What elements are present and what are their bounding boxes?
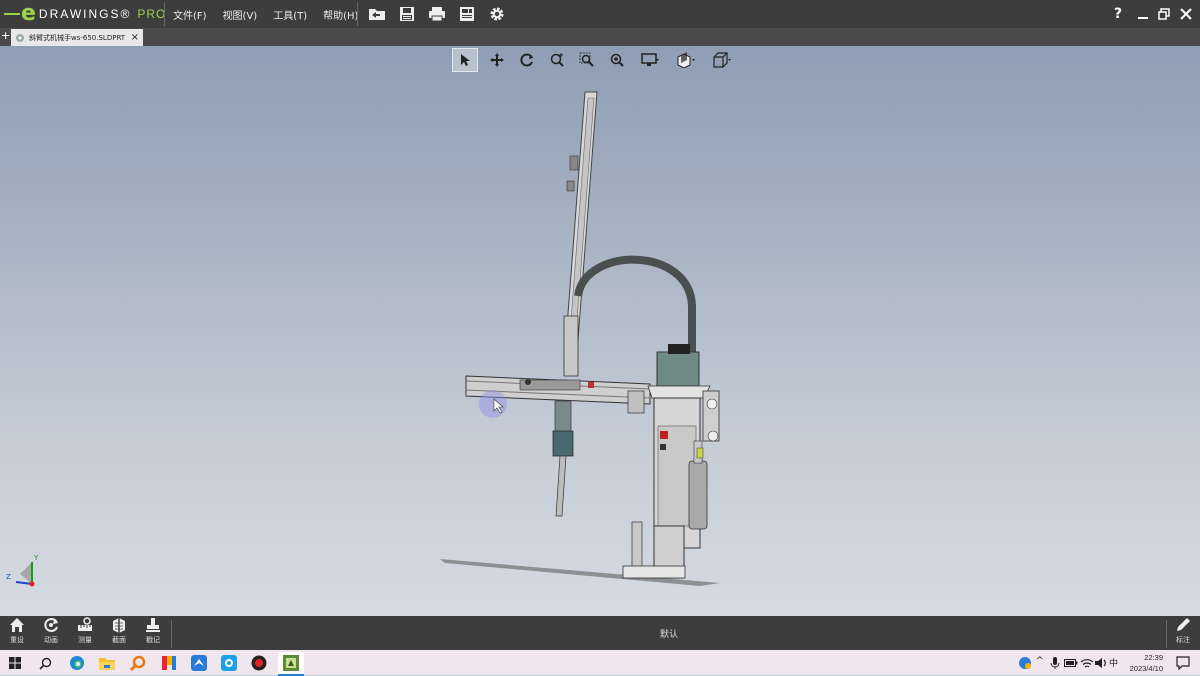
- heads-up-toolbar: [452, 48, 740, 72]
- search-icon[interactable]: [34, 652, 56, 674]
- system-clock[interactable]: 22:39 2023/4/10: [1130, 652, 1163, 674]
- document-tab-bar: + 斜臂式机械手ws-650.SLDPRT ×: [0, 28, 1200, 46]
- title-bar: e DRAWINGS® PRO 文件(F) 视图(V) 工具(T) 帮助(H) …: [0, 0, 1200, 28]
- home-icon: [10, 618, 24, 632]
- markup-label: 标注: [1176, 636, 1190, 644]
- record-app-icon[interactable]: [248, 652, 270, 674]
- print-icon[interactable]: [422, 0, 452, 28]
- edrawings-logo: e DRAWINGS® PRO: [4, 3, 166, 25]
- animate-icon: [44, 618, 58, 632]
- pencil-icon: [1177, 618, 1190, 631]
- open-folder-icon[interactable]: [362, 0, 392, 28]
- display-style-icon[interactable]: [632, 48, 668, 72]
- restore-icon[interactable]: [1153, 0, 1175, 28]
- menu-bar: 文件(F) 视图(V) 工具(T) 帮助(H): [165, 0, 366, 28]
- measure-label: 测量: [78, 636, 92, 644]
- reset-button[interactable]: 重设: [0, 616, 34, 650]
- menu-view[interactable]: 视图(V): [215, 7, 266, 22]
- help-icon[interactable]: ?: [1108, 6, 1128, 22]
- robot-arm-model: [440, 91, 720, 586]
- animate-button[interactable]: 动画: [34, 616, 68, 650]
- feishu-app-icon[interactable]: [188, 652, 210, 674]
- close-tab-icon[interactable]: ×: [131, 32, 139, 43]
- new-tab-button[interactable]: +: [1, 29, 10, 42]
- search-app-icon[interactable]: [127, 652, 149, 674]
- measure-icon: [78, 617, 92, 631]
- menu-help[interactable]: 帮助(H): [315, 7, 366, 22]
- colorful-app-icon[interactable]: [158, 652, 180, 674]
- markup-button[interactable]: 标注: [1166, 616, 1200, 650]
- view-orientation-icon[interactable]: [704, 48, 740, 72]
- triad-y-label: Y: [34, 554, 39, 562]
- ime-indicator[interactable]: 中: [1109, 656, 1118, 669]
- network-status-icon[interactable]: [1014, 652, 1036, 674]
- edrawings-taskbar-icon[interactable]: [278, 652, 304, 676]
- rotate-icon[interactable]: [512, 48, 542, 72]
- section-view-button[interactable]: 截面: [102, 616, 136, 650]
- windows-start-icon[interactable]: [4, 652, 26, 674]
- reset-label: 重设: [10, 636, 24, 644]
- edge-browser-icon[interactable]: [66, 652, 88, 674]
- minimize-icon[interactable]: [1133, 0, 1153, 28]
- 3d-viewport[interactable]: Y Z: [0, 46, 1200, 616]
- bottom-command-bar: 重设 动画 测量 截面 戳记 默认 标注: [0, 616, 1200, 650]
- notification-icon[interactable]: [1172, 652, 1194, 674]
- messaging-app-icon[interactable]: [218, 652, 240, 674]
- stamp-label: 戳记: [146, 636, 160, 644]
- section-view-icon: [113, 618, 125, 633]
- document-tab[interactable]: 斜臂式机械手ws-650.SLDPRT ×: [11, 29, 143, 46]
- zoom-icon[interactable]: [602, 48, 632, 72]
- part-icon: [15, 33, 25, 43]
- file-explorer-icon[interactable]: [96, 652, 118, 674]
- windows-taskbar: ^ 中 22:39 2023/4/10: [0, 650, 1200, 676]
- close-icon[interactable]: [1175, 0, 1197, 28]
- configuration-name[interactable]: 默认: [660, 627, 678, 640]
- sheet-icon[interactable]: [452, 0, 482, 28]
- triad-z-label: Z: [6, 573, 11, 581]
- zoom-area-icon[interactable]: [572, 48, 602, 72]
- stamp-icon: [146, 618, 160, 632]
- stamp-button[interactable]: 戳记: [136, 616, 170, 650]
- zoom-fit-icon[interactable]: [542, 48, 572, 72]
- document-tab-title: 斜臂式机械手ws-650.SLDPRT: [29, 33, 126, 42]
- clock-date: 2023/4/10: [1129, 664, 1163, 673]
- menu-file[interactable]: 文件(F): [165, 7, 215, 22]
- chevron-up-icon[interactable]: ^: [1036, 656, 1044, 666]
- clock-time: 22:39: [1144, 653, 1163, 662]
- animate-label: 动画: [44, 636, 58, 644]
- measure-button[interactable]: 测量: [68, 616, 102, 650]
- axis-triad: Y Z: [6, 554, 42, 590]
- section-icon[interactable]: [668, 48, 704, 72]
- section-view-label: 截面: [112, 636, 126, 644]
- save-icon[interactable]: [392, 0, 422, 28]
- pan-icon[interactable]: [482, 48, 512, 72]
- gear-icon[interactable]: [482, 0, 512, 28]
- select-arrow-icon[interactable]: [452, 48, 478, 72]
- menu-tools[interactable]: 工具(T): [265, 7, 315, 22]
